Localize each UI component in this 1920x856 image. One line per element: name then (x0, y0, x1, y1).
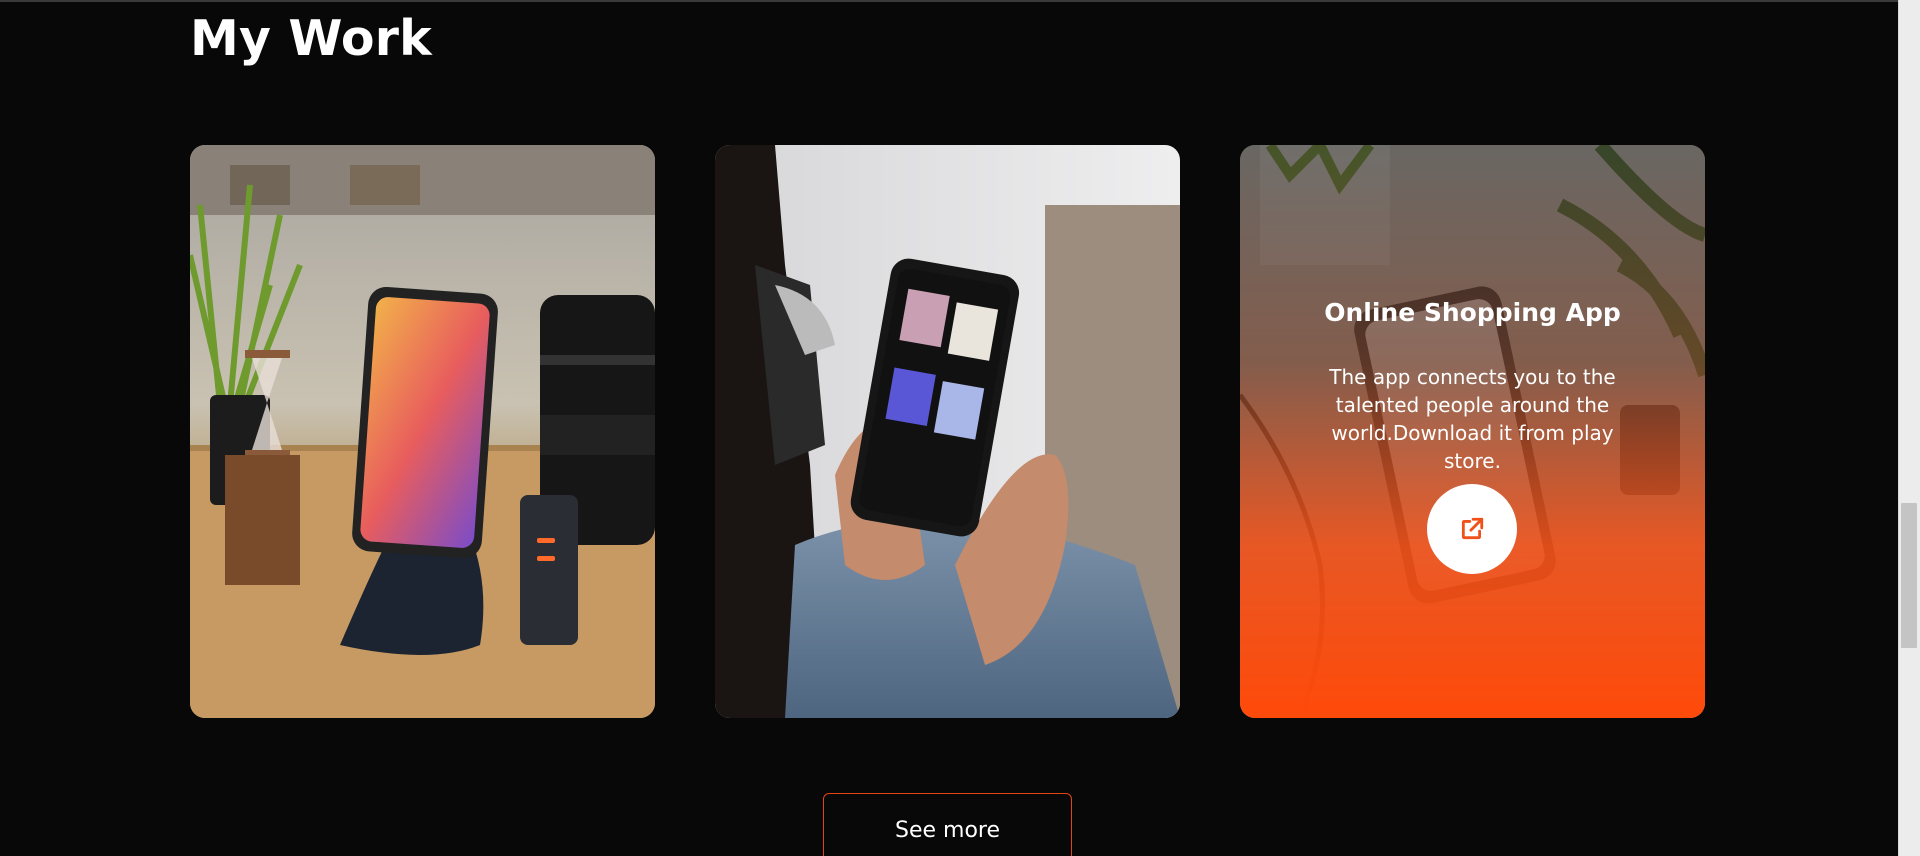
external-link-button[interactable] (1427, 484, 1517, 574)
section-title: My Work (190, 10, 432, 67)
work-card-2[interactable] (715, 145, 1180, 718)
page: My Work Online Shopping App The app conn… (0, 0, 1920, 856)
card-title: Online Shopping App (1324, 298, 1621, 327)
external-link-icon (1461, 517, 1484, 540)
hands-holding-phone-photo (715, 145, 1180, 718)
scrollbar-track[interactable] (1898, 0, 1920, 856)
work-card-1[interactable] (190, 145, 655, 718)
scrollbar-thumb[interactable] (1901, 503, 1917, 648)
see-more-button[interactable]: See more (823, 793, 1072, 856)
top-divider (0, 0, 1920, 2)
card-description: The app connects you to the talented peo… (1329, 365, 1616, 473)
work-card-3[interactable]: Online Shopping App The app connects you… (1240, 145, 1705, 718)
phone-on-stand-photo (190, 145, 655, 718)
